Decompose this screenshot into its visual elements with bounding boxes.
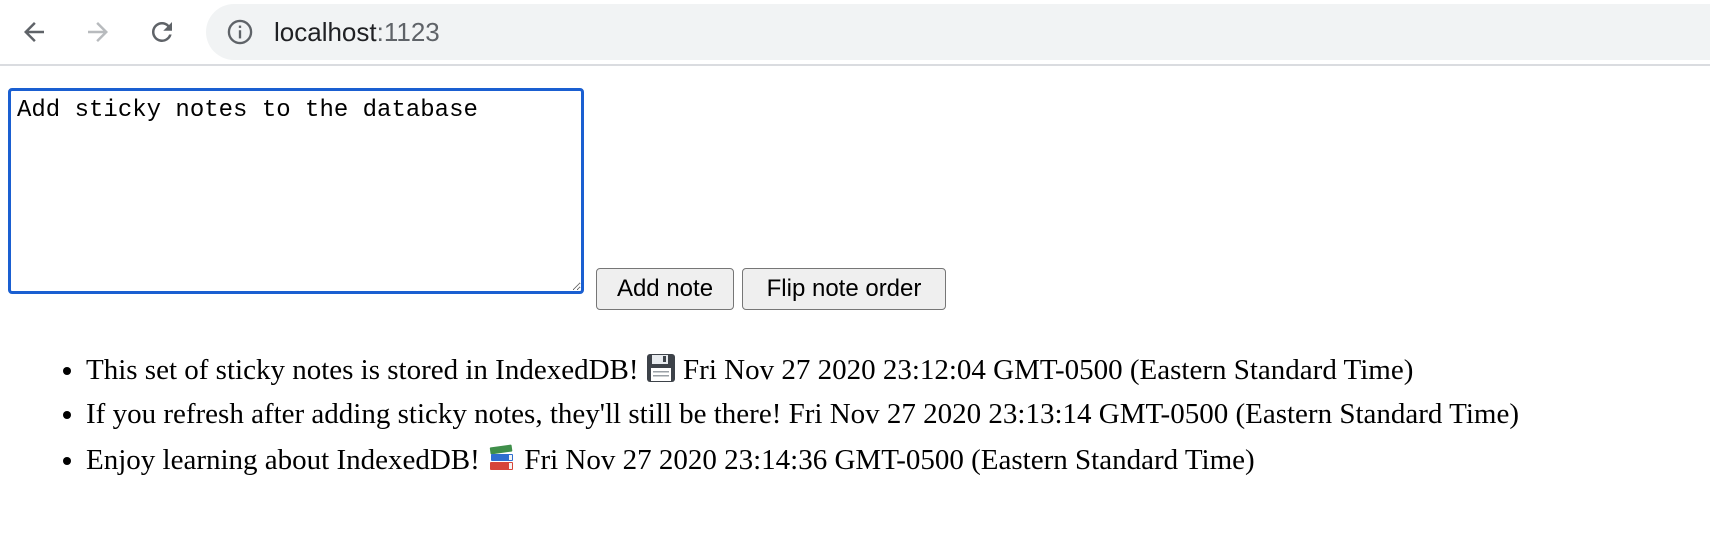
back-button[interactable] — [12, 10, 56, 54]
address-bar[interactable]: localhost:1123 — [206, 4, 1710, 60]
notes-list: This set of sticky notes is stored in In… — [0, 350, 1519, 484]
note-text: Enjoy learning about IndexedDB! — [86, 444, 480, 476]
flip-note-order-button[interactable]: Flip note order — [742, 268, 946, 310]
list-item: If you refresh after adding sticky notes… — [86, 394, 1519, 434]
forward-button[interactable] — [76, 10, 120, 54]
arrow-left-icon — [24, 22, 44, 42]
note-textarea[interactable] — [8, 88, 584, 294]
reload-button[interactable] — [140, 10, 184, 54]
list-item: This set of sticky notes is stored in In… — [86, 350, 1519, 394]
note-timestamp: Fri Nov 27 2020 23:14:36 GMT-0500 (Easte… — [524, 444, 1255, 476]
url-host: localhost — [274, 17, 377, 47]
note-text: If you refresh after adding sticky notes… — [86, 398, 782, 430]
note-timestamp: Fri Nov 27 2020 23:13:14 GMT-0500 (Easte… — [788, 398, 1519, 430]
browser-toolbar: localhost:1123 — [0, 0, 1710, 66]
floppy-disk-icon — [646, 353, 676, 394]
note-timestamp: Fri Nov 27 2020 23:12:04 GMT-0500 (Easte… — [683, 354, 1414, 386]
url-text[interactable]: localhost:1123 — [274, 17, 440, 47]
note-text: This set of sticky notes is stored in In… — [86, 354, 639, 386]
arrow-right-icon — [88, 22, 108, 42]
add-note-button[interactable]: Add note — [596, 268, 734, 310]
list-item: Enjoy learning about IndexedDB! Fri Nov … — [86, 440, 1519, 484]
reload-icon — [151, 21, 172, 42]
info-icon[interactable] — [226, 18, 254, 46]
url-port: :1123 — [376, 17, 440, 47]
books-icon — [487, 443, 517, 484]
